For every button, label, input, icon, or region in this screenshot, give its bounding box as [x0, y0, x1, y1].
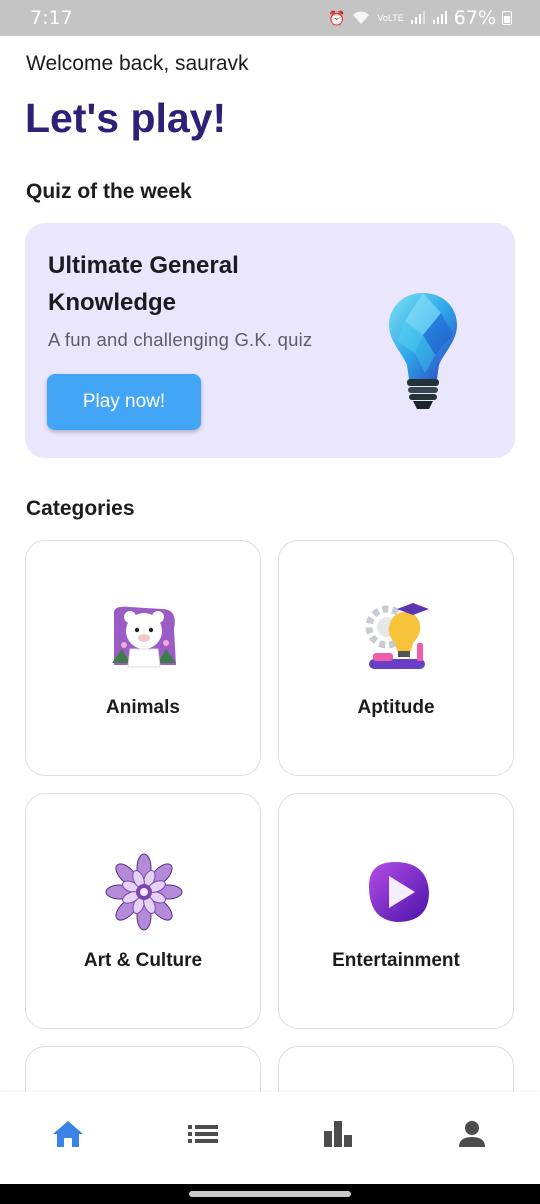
panda-icon [112, 606, 176, 668]
nav-profile[interactable] [452, 1116, 492, 1152]
categories-heading: Categories [26, 497, 135, 520]
quiz-subtitle: A fun and challenging G.K. quiz [48, 329, 313, 350]
mandala-icon [105, 853, 183, 931]
greeting-text: Welcome back, sauravk [26, 52, 249, 75]
profile-icon [459, 1121, 485, 1147]
home-icon [53, 1121, 83, 1147]
wifi-icon [353, 11, 370, 24]
home-indicator[interactable] [189, 1191, 351, 1197]
nav-home[interactable] [48, 1116, 88, 1152]
leaderboard-icon [324, 1121, 352, 1147]
category-label: Animals [106, 697, 180, 718]
battery-percent: 67% [453, 7, 496, 29]
category-card-animals[interactable]: Animals [25, 540, 261, 776]
signal-icon [432, 11, 447, 24]
bottom-navigation [0, 1092, 540, 1184]
list-icon [188, 1125, 218, 1143]
nav-leaderboard[interactable] [318, 1116, 358, 1152]
play-icon [369, 862, 429, 922]
status-time: 7:17 [30, 7, 73, 29]
idea-gear-icon [365, 603, 429, 669]
quiz-of-week-card[interactable]: Ultimate General Knowledge A fun and cha… [25, 223, 515, 458]
nav-list[interactable] [183, 1116, 223, 1152]
category-label: Entertainment [332, 950, 460, 971]
quiz-title: Ultimate General Knowledge [48, 252, 239, 316]
status-icons: ⏰ VoLTE 67% [328, 7, 512, 29]
alarm-icon: ⏰ [327, 9, 346, 26]
status-bar: 7:17 ⏰ VoLTE 67% [0, 0, 540, 36]
lightbulb-icon [389, 293, 457, 409]
page-title: Let's play! [25, 95, 227, 141]
system-gesture-bar [0, 1184, 540, 1204]
quiz-of-week-heading: Quiz of the week [26, 180, 192, 203]
category-card-aptitude[interactable]: Aptitude [278, 540, 514, 776]
volte-icon: VoLTE [377, 12, 404, 23]
play-now-button[interactable]: Play now! [47, 374, 201, 430]
battery-icon [502, 11, 512, 25]
category-card-entertainment[interactable]: Entertainment [278, 793, 514, 1029]
category-label: Art & Culture [83, 950, 203, 971]
category-card-art-culture[interactable]: Art & Culture [25, 793, 261, 1029]
category-label: Aptitude [357, 697, 435, 718]
signal-icon [410, 11, 425, 24]
